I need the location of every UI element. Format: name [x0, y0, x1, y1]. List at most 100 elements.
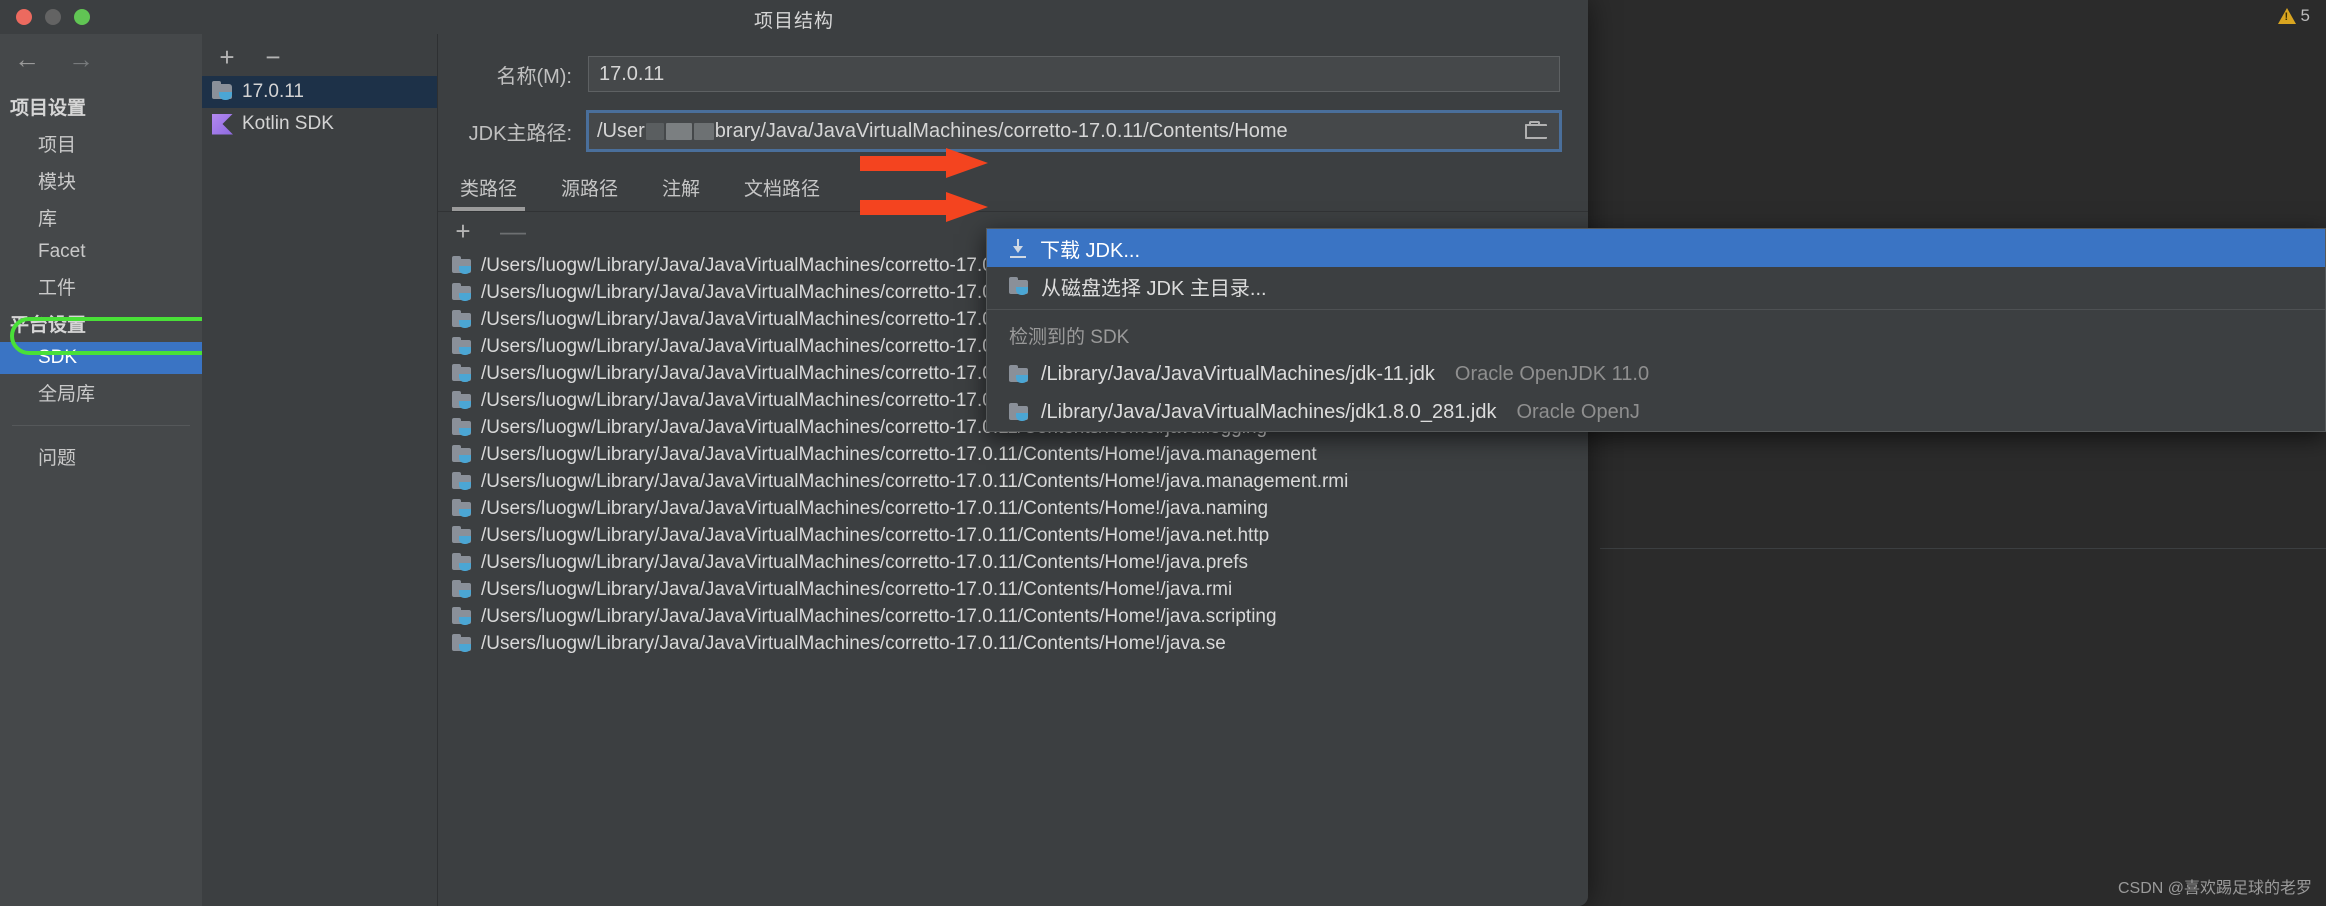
jar-folder-icon — [452, 553, 472, 571]
list-item[interactable]: /Users/luogw/Library/Java/JavaVirtualMac… — [438, 522, 1588, 549]
list-item[interactable]: /Users/luogw/Library/Java/JavaVirtualMac… — [438, 468, 1588, 495]
sidebar-item-modules[interactable]: 模块 — [0, 162, 202, 199]
list-item[interactable]: /Users/luogw/Library/Java/JavaVirtualMac… — [438, 549, 1588, 576]
ide-editor-pane — [1600, 0, 2326, 906]
sidebar-item-libraries[interactable]: 库 — [0, 199, 202, 236]
tab-annotations[interactable]: 注解 — [640, 168, 722, 211]
remove-classpath-button[interactable]: — — [500, 218, 526, 244]
classpath-entry-label: /Users/luogw/Library/Java/JavaVirtualMac… — [481, 632, 1226, 654]
sdk-list-panel: + − 17.0.11 Kotlin SDK — [202, 34, 438, 906]
redacted-username-block — [665, 122, 692, 140]
jdk-folder-icon — [1009, 364, 1029, 383]
classpath-entry-label: /Users/luogw/Library/Java/JavaVirtualMac… — [481, 605, 1277, 627]
warning-triangle-icon — [2277, 8, 2296, 24]
sdk-list-toolbar: + − — [202, 34, 437, 76]
jar-folder-icon — [452, 580, 472, 598]
jdk-folder-icon — [1009, 402, 1029, 421]
add-jdk-popup-menu: 下载 JDK... 从磁盘选择 JDK 主目录... 检测到的 SDK /Lib… — [986, 228, 2326, 432]
list-item[interactable]: /Users/luogw/Library/Java/JavaVirtualMac… — [438, 576, 1588, 603]
detected-sdk-header: 检测到的 SDK — [1009, 327, 1130, 348]
classpath-entry-label: /Users/luogw/Library/Java/JavaVirtualMac… — [481, 443, 1317, 465]
screen-root: 5 e=true&characterEn 项目结构 ← → 项目设置 — [0, 0, 2326, 906]
jar-folder-icon — [452, 418, 472, 436]
sdk-list-item-kotlin[interactable]: Kotlin SDK — [202, 108, 437, 140]
download-icon — [1009, 238, 1028, 258]
jdk-home-path-input[interactable]: /User brary/Java/JavaVirtualMachines/cor… — [586, 110, 1562, 152]
sidebar-group-project-settings: 项目设置 — [10, 98, 87, 119]
menu-divider — [987, 309, 2325, 310]
sidebar-item-artifacts[interactable]: 工件 — [0, 268, 202, 305]
detected-sdk-path: /Library/Java/JavaVirtualMachines/jdk-11… — [1041, 362, 1435, 385]
classpath-entry-label: /Users/luogw/Library/Java/JavaVirtualMac… — [481, 281, 1018, 303]
sidebar-item-sdks[interactable]: SDK — [0, 342, 202, 374]
dialog-body: ← → 项目设置 项目 模块 库 Facet 工件 平台设置 SDK 全局库 问… — [0, 34, 1588, 906]
sidebar-item-project[interactable]: 项目 — [0, 125, 202, 162]
jar-folder-icon — [452, 445, 472, 463]
jdk-home-path-suffix: brary/Java/JavaVirtualMachines/corretto-… — [714, 119, 1288, 142]
classpath-entry-label: /Users/luogw/Library/Java/JavaVirtualMac… — [481, 335, 1018, 357]
menu-item-detected-sdk[interactable]: /Library/Java/JavaVirtualMachines/jdk-11… — [987, 355, 2325, 393]
sidebar-item-facets[interactable]: Facet — [0, 236, 202, 268]
jdk-icon — [212, 81, 233, 101]
dialog-titlebar: 项目结构 — [0, 0, 1588, 34]
remove-sdk-button[interactable]: − — [262, 44, 284, 70]
classpath-entry-label: /Users/luogw/Library/Java/JavaVirtualMac… — [481, 470, 1349, 492]
classpath-entry-label: /Users/luogw/Library/Java/JavaVirtualMac… — [481, 308, 1018, 330]
detected-sdk-vendor: Oracle OpenJ — [1516, 400, 1640, 423]
project-structure-dialog: 项目结构 ← → 项目设置 项目 模块 库 Facet 工件 平台设置 SDK — [0, 0, 1588, 906]
jar-folder-icon — [452, 337, 472, 355]
classpath-entry-label: /Users/luogw/Library/Java/JavaVirtualMac… — [481, 578, 1233, 600]
sidebar-item-problems[interactable]: 问题 — [0, 438, 202, 475]
list-item[interactable]: /Users/luogw/Library/Java/JavaVirtualMac… — [438, 441, 1588, 468]
add-classpath-button[interactable]: + — [452, 218, 474, 244]
name-field-label: 名称(M): — [496, 65, 572, 88]
classpath-entry-label: /Users/luogw/Library/Java/JavaVirtualMac… — [481, 254, 1018, 276]
jar-folder-icon — [452, 310, 472, 328]
list-item[interactable]: /Users/luogw/Library/Java/JavaVirtualMac… — [438, 495, 1588, 522]
menu-item-label: 从磁盘选择 JDK 主目录... — [1041, 277, 1267, 300]
warning-indicator[interactable]: 5 — [2277, 6, 2310, 26]
jar-folder-icon — [452, 391, 472, 409]
jar-folder-icon — [452, 526, 472, 544]
sdk-list-item-jdk[interactable]: 17.0.11 — [202, 76, 437, 108]
sdk-list-item-label: 17.0.11 — [242, 81, 304, 102]
jar-folder-icon — [452, 607, 472, 625]
classpath-entry-label: /Users/luogw/Library/Java/JavaVirtualMac… — [481, 551, 1249, 573]
tab-sourcepath[interactable]: 源路径 — [539, 168, 640, 211]
redacted-username-block — [645, 122, 664, 140]
menu-item-download-jdk[interactable]: 下载 JDK... — [987, 229, 2325, 267]
list-item[interactable]: /Users/luogw/Library/Java/JavaVirtualMac… — [438, 630, 1588, 657]
menu-item-choose-from-disk[interactable]: 从磁盘选择 JDK 主目录... — [987, 267, 2325, 305]
name-field-row: 名称(M): 17.0.11 — [438, 34, 1588, 92]
sidebar-item-global-libraries[interactable]: 全局库 — [0, 374, 202, 411]
sdk-list-item-label: Kotlin SDK — [242, 113, 334, 134]
editor-divider — [1600, 548, 2326, 549]
detected-sdk-vendor: Oracle OpenJDK 11.0 — [1454, 362, 1650, 385]
kotlin-icon — [212, 113, 233, 135]
jar-folder-icon — [452, 499, 472, 517]
jdk-home-path-label: JDK主路径: — [468, 122, 572, 145]
jar-folder-icon — [452, 256, 472, 274]
redacted-username-block — [693, 122, 714, 140]
menu-item-label: 下载 JDK... — [1040, 239, 1141, 262]
list-item[interactable]: /Users/luogw/Library/Java/JavaVirtualMac… — [438, 603, 1588, 630]
sidebar-divider — [12, 425, 190, 426]
tab-documentpath[interactable]: 文档路径 — [722, 168, 842, 211]
settings-sidebar: ← → 项目设置 项目 模块 库 Facet 工件 平台设置 SDK 全局库 问… — [0, 34, 228, 906]
jar-folder-icon — [452, 634, 472, 652]
menu-item-detected-sdk[interactable]: /Library/Java/JavaVirtualMachines/jdk1.8… — [987, 393, 2325, 431]
name-input[interactable]: 17.0.11 — [588, 56, 1560, 92]
annotation-arrow-choose-disk — [860, 192, 988, 222]
sdk-detail-pane: 名称(M): 17.0.11 JDK主路径: /User brary/Java/… — [438, 34, 1588, 906]
back-arrow-icon[interactable]: ← — [14, 46, 40, 72]
nav-history-controls[interactable]: ← → — [0, 34, 202, 72]
forward-arrow-icon[interactable]: → — [68, 46, 94, 72]
jar-folder-icon — [452, 283, 472, 301]
folder-open-icon[interactable] — [1525, 121, 1549, 141]
jdk-folder-icon — [1009, 276, 1029, 295]
add-sdk-button[interactable]: + — [216, 44, 238, 70]
jdk-home-path-prefix: /User — [597, 119, 645, 142]
jdk-home-path-row: JDK主路径: /User brary/Java/JavaVirtualMach… — [438, 92, 1588, 152]
jar-folder-icon — [452, 472, 472, 490]
tab-classpath[interactable]: 类路径 — [438, 168, 539, 211]
